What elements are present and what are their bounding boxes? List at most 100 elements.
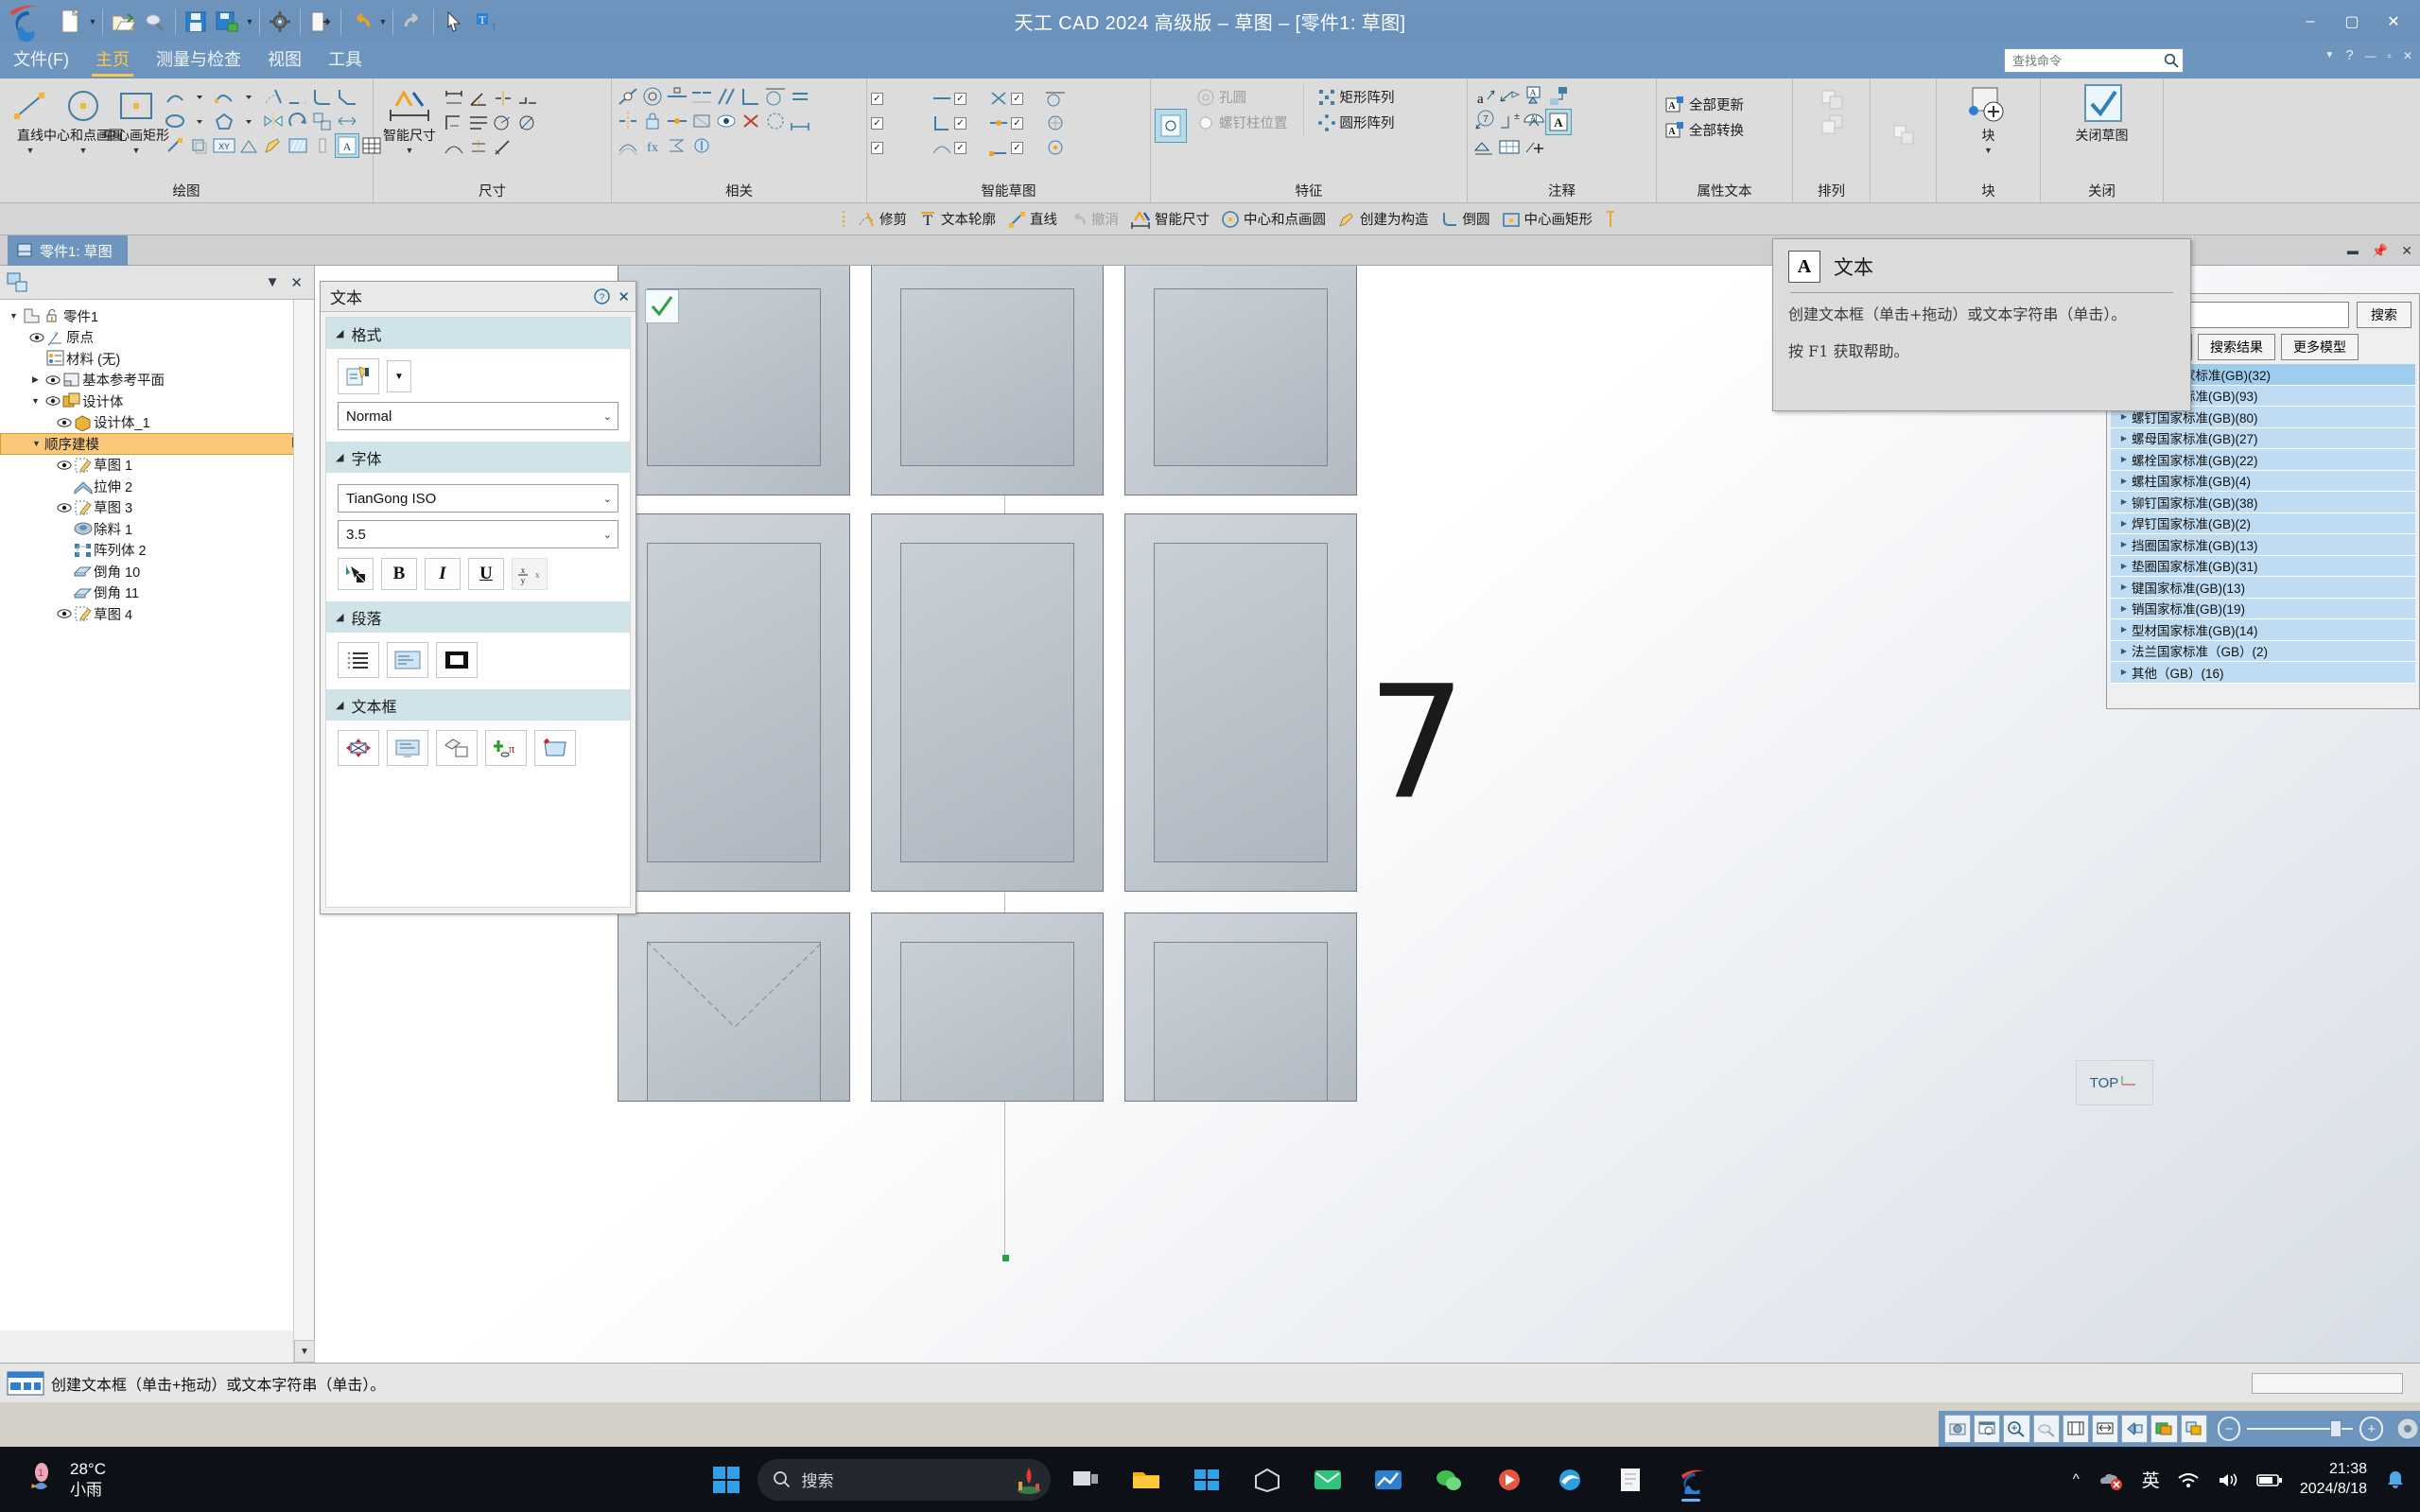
ribbon-button-close-sketch[interactable]: 关闭草图 [2070,84,2134,145]
sketch-solid-box[interactable] [1124,513,1357,892]
menu-tab-home[interactable]: 主页 [82,46,143,78]
volume-icon[interactable] [2217,1470,2239,1489]
hatch-icon[interactable] [286,133,310,158]
toolbar-overflow-icon[interactable] [1604,209,1617,230]
undo-icon[interactable] [345,4,377,40]
checkbox-smart-5[interactable]: ✓ [954,116,966,130]
tree-item-cutout1[interactable]: 除料 1 [0,518,314,540]
text-box-icon[interactable]: A [335,133,359,158]
sketch-solid-box[interactable] [618,912,850,1102]
tree-item-design-body-1[interactable]: 设计体_1 [0,412,314,434]
tab-pin-icon[interactable]: 📌 [2372,243,2388,259]
relate-horizontal-icon[interactable] [665,84,689,109]
ime-indicator[interactable]: 英 [2142,1467,2160,1492]
exit-icon[interactable] [305,4,337,40]
taskbar-center[interactable]: 搜索 [0,1456,2420,1503]
eye-icon[interactable] [27,332,45,343]
command-search-box[interactable] [2004,48,2184,73]
checkbox-smart-9[interactable]: ✓ [1011,141,1023,154]
underline-button[interactable]: U [468,558,504,590]
tree-item-ordered-modeling[interactable]: ▼ 顺序建模 ☑ [0,433,308,455]
eye-icon[interactable] [55,502,73,513]
feature-circ-pattern-button[interactable]: 圆形阵列 [1314,110,1399,135]
chevron-down-icon[interactable]: ⌄ [603,493,612,505]
toolbar-item-construction[interactable]: 创建为构造 [1337,209,1429,229]
zoom-in-icon[interactable] [2003,1415,2030,1443]
mail-icon[interactable] [1302,1456,1353,1503]
system-tray[interactable]: ^ 英 21:38 2024/8/18 [2073,1460,2407,1500]
curve-icon[interactable] [212,84,236,109]
dim-chain-icon[interactable] [515,86,540,111]
window-zoom-icon[interactable] [1974,1415,2001,1443]
restore-icon[interactable]: ▫ [2388,49,2392,62]
annot-table-icon[interactable] [1496,135,1521,160]
smart-quad-icon[interactable] [1043,111,1068,135]
relate-equal-icon[interactable] [788,84,812,109]
save-as-icon[interactable] [212,4,244,40]
chevron-right-icon[interactable]: ▶ [2116,477,2132,485]
toolbar-item-undo[interactable]: 撤消 [1069,209,1119,229]
dim-diameter-icon[interactable] [515,111,540,135]
smart-mid-icon[interactable] [986,111,1011,135]
xy-icon[interactable]: XY [212,133,236,158]
pathfinder-header[interactable]: ▼ ✕ [0,266,314,300]
relate-driving-icon[interactable] [689,133,714,158]
dim-radius-icon[interactable] [491,111,515,135]
lock-icon[interactable] [43,308,63,323]
standards-list[interactable]: ▶标准件国家标准(GB)(32) ▶轴承国家标准(GB)(93) ▶螺钉国家标准… [2111,364,2415,684]
tree-item-sketch4[interactable]: 草图 4 [0,603,314,625]
dim-mini-col[interactable] [442,86,540,160]
zoom-slider[interactable] [2247,1420,2354,1437]
property-convert-all-button[interactable]: A 全部转换 [1661,117,1748,143]
tree-item-extrude2[interactable]: 拉伸 2 [0,476,314,497]
color-icon[interactable] [2180,1415,2207,1443]
chevron-right-icon[interactable]: ▶ [2116,540,2132,548]
doc-tab-right-controls[interactable]: ▬ 📌 ✕ [2347,235,2412,266]
superscript-subscript-icon[interactable]: xyx [512,558,548,590]
text-style-icon[interactable] [338,358,379,394]
draw-mini-col-1[interactable]: XY [163,84,261,158]
standards-tab-more-models[interactable]: 更多模型 [2281,334,2359,360]
save-as-dropdown-icon[interactable]: ▼ [244,4,255,40]
bold-button[interactable]: B [381,558,417,590]
feature-hole-circle-button[interactable]: 孔圆 [1193,84,1292,110]
ribbon-button-circle-center-point[interactable]: 中心和点画圆 ▼ [44,84,123,155]
relate-perpendicular-icon[interactable] [739,84,763,109]
zoom-out-button[interactable]: − [2217,1416,2241,1441]
chevron-right-icon[interactable]: ▶ [2116,434,2132,443]
section-header-textbox[interactable]: ◢ 文本框 [326,689,630,721]
notepad-icon[interactable] [1605,1456,1656,1503]
accept-button[interactable] [645,289,679,323]
section-header-format[interactable]: ◢ 格式 [326,318,630,349]
chevron-right-icon[interactable]: ▶ [2116,625,2132,634]
undo-dropdown-icon[interactable]: ▼ [377,4,389,40]
pathfinder-tree[interactable]: ▼ 零件1 z 原点 材料 (无) ▶ 基本参考平面 ▼ 设计体 设计体_1 ▼… [0,300,314,1330]
feature-rect-pattern-button[interactable]: 矩形阵列 [1314,84,1399,110]
tab-minimize-icon[interactable]: ▬ [2347,244,2359,257]
toolbar-item-rectangle-center[interactable]: 中心画矩形 [1502,209,1593,229]
tiangong-cad-icon[interactable] [1665,1456,1716,1503]
checkbox-smart-1[interactable]: ✓ [871,92,883,105]
menu-tab-file[interactable]: 文件(F) [0,46,82,78]
toolbar-item-trim[interactable]: 修剪 [857,209,907,229]
arc-icon[interactable] [163,84,187,109]
close-icon[interactable]: ✕ [290,274,303,291]
eye-icon[interactable] [55,417,73,428]
file-explorer-icon[interactable] [1121,1456,1172,1503]
checkbox-smart-8[interactable]: ✓ [954,141,966,154]
offset-icon[interactable] [187,133,212,158]
wifi-icon[interactable] [2177,1470,2200,1489]
standards-tab-results[interactable]: 搜索结果 [2198,334,2275,360]
new-file-dropdown-icon[interactable]: ▼ [87,4,98,40]
list-item[interactable]: ▶ 法兰国家标准（GB）(2) [2111,640,2415,662]
chevron-right-icon[interactable]: ▶ [2116,647,2132,655]
context-toolbar[interactable]: 修剪 T 文本轮廓 直线 撤消 智能尺寸 中心和点画圆 创建为构造 倒圆 中心画… [0,203,2420,235]
tree-item-reference-planes[interactable]: ▶ 基本参考平面 [0,370,314,391]
feature-hole-icon[interactable] [1155,109,1187,143]
bring-front-icon[interactable] [1819,88,1844,113]
menu-tab-view[interactable]: 视图 [254,46,315,78]
toolbar-item-line[interactable]: 直线 [1007,209,1057,229]
taskbar-clock[interactable]: 21:38 2024/8/18 [2300,1460,2367,1500]
list-item[interactable]: ▶ 铆钉国家标准(GB)(38) [2111,492,2415,513]
ribbon-button-smart-dimension[interactable]: 智能尺寸 ▼ [377,84,442,155]
